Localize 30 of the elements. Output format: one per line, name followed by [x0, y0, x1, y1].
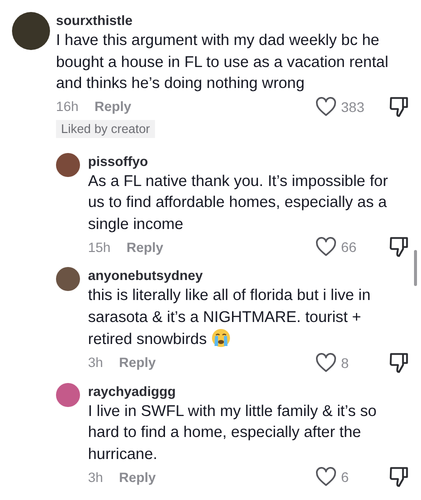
comment-text: this is literally like all of florida but i live in sarasota & it’s a NIGHTMARE. tourist + retired snowbirds [88, 286, 372, 350]
like-count: 8 [341, 354, 350, 370]
username[interactable]: pissoffyo [88, 152, 148, 170]
like-count: 383 [341, 98, 366, 114]
like-count: 66 [341, 239, 358, 255]
like-count: 6 [341, 469, 350, 485]
crying-face-icon [210, 328, 231, 348]
timestamp: 15h [88, 240, 111, 254]
timestamp: 3h [88, 470, 104, 484]
comment-text: I live in SWFL with my little family & it’s so hard to find a home, especially after the hurricane. [88, 402, 378, 464]
heart-icon[interactable] [315, 96, 337, 116]
avatar[interactable] [56, 152, 80, 176]
avatar[interactable] [56, 267, 80, 291]
username[interactable]: anyonebutsydney [88, 267, 203, 285]
liked-by-creator-badge: Liked by creator [56, 120, 155, 138]
comment-text: I have this argument with my dad weekly bc he bought a house in FL to use as a vacation rental and thinks he’s doing nothing wrong [56, 31, 390, 94]
avatar[interactable] [12, 12, 50, 50]
timestamp: 3h [88, 355, 104, 370]
dislike-icon[interactable] [389, 352, 409, 374]
timestamp: 16h [56, 99, 79, 114]
heart-icon[interactable] [315, 352, 337, 372]
dislike-icon[interactable] [389, 236, 409, 258]
heart-icon[interactable] [315, 237, 337, 257]
username[interactable]: sourxthistle [56, 12, 133, 30]
comment-text: As a FL native thank you. It’s impossible for us to find affordable homes, especially as a single income [88, 172, 389, 234]
heart-icon[interactable] [315, 467, 337, 487]
dislike-icon[interactable] [389, 466, 409, 488]
scrollbar-thumb[interactable] [414, 250, 417, 286]
username[interactable]: raychyadiggg [88, 382, 176, 400]
dislike-icon[interactable] [389, 96, 409, 118]
